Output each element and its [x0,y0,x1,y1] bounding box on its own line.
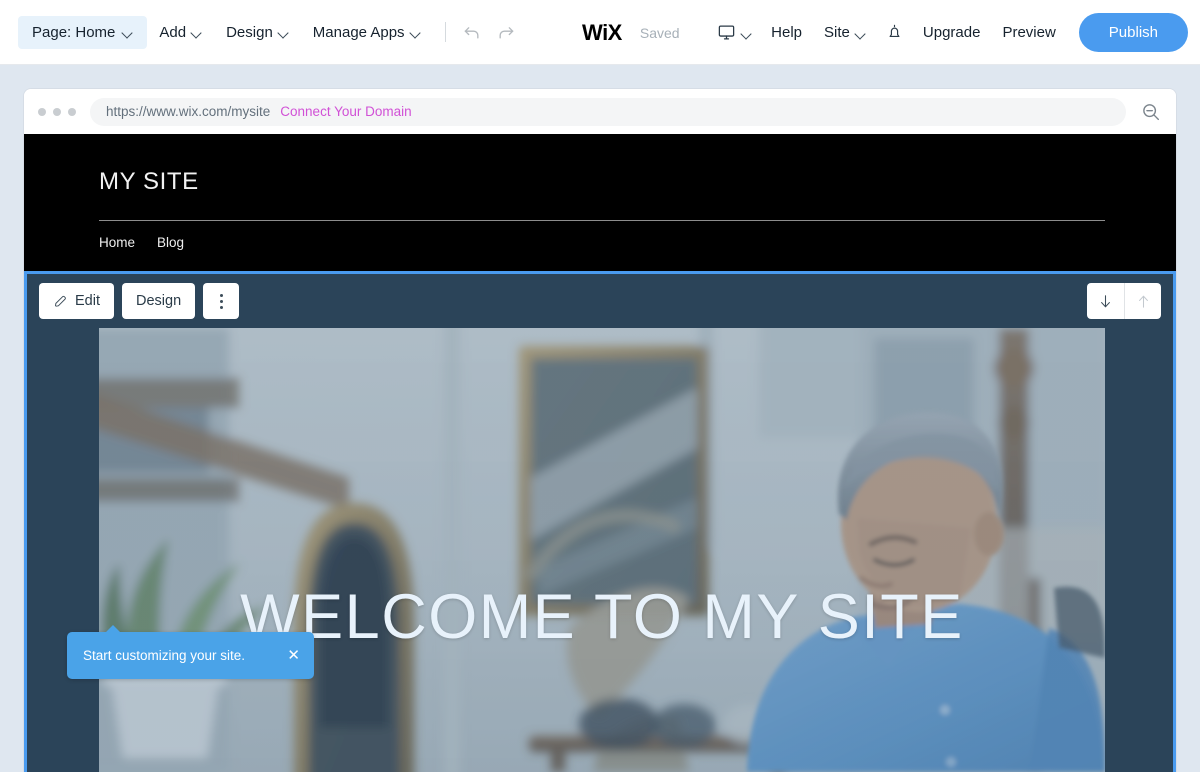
address-bar[interactable]: https://www.wix.com/mysite Connect Your … [90,97,1126,126]
kebab-menu-icon[interactable] [203,283,240,319]
monitor-icon [718,25,735,40]
nav-item-home[interactable]: Home [99,235,135,250]
onboarding-tooltip: Start customizing your site. ✕ [67,625,314,679]
menu-site[interactable]: Site [813,16,877,49]
section-move-controls [1087,283,1161,319]
move-section-up-button[interactable] [1124,283,1161,319]
toolbar-left-group: Page: Home Add Design Manage Apps [0,15,520,49]
section-action-toolbar: Edit Design [27,274,1173,328]
nav-item-blog[interactable]: Blog [157,235,184,250]
site-navigation: Home Blog [99,235,1101,250]
menu-upgrade[interactable]: Upgrade [912,16,992,49]
connect-domain-link[interactable]: Connect Your Domain [280,104,411,119]
pencil-icon [55,295,66,307]
arrow-down-icon [1101,294,1110,307]
window-dot [53,107,61,116]
editor-top-toolbar: Page: Home Add Design Manage Apps WiX Sa… [0,0,1200,65]
bell-icon [889,24,900,38]
publish-button[interactable]: Publish [1078,13,1188,52]
tooltip-message: Start customizing your site. [83,648,246,663]
window-traffic-lights [38,107,76,116]
design-button-label: Design [136,293,182,309]
arrow-up-icon [1138,295,1148,308]
hero-color-overlay [99,328,1105,772]
notifications-button[interactable] [877,15,912,50]
chevron-down-icon [411,29,421,35]
menu-help[interactable]: Help [760,16,813,49]
hero-section[interactable]: WELCOME TO MY SITE [99,328,1105,772]
undo-redo-group [458,22,520,42]
menu-site-label: Site [824,24,850,41]
window-dot [38,107,46,116]
save-status: Saved [639,24,680,41]
redo-icon[interactable] [496,22,516,42]
menu-preview-label: Preview [1002,24,1056,41]
kebab-dot [219,299,223,303]
menu-add-label: Add [159,23,187,41]
chevron-down-icon [123,29,133,35]
menu-preview[interactable]: Preview [991,16,1066,49]
menu-add[interactable]: Add [147,16,214,49]
page-selector[interactable]: Page: Home [18,15,148,49]
header-divider [99,220,1105,221]
toolbar-center-group: WiX Saved [582,0,680,65]
close-icon[interactable]: ✕ [287,648,314,663]
device-switcher[interactable] [709,15,760,50]
selected-section[interactable]: Edit Design WELCOME TO MY SITE Start cus… [24,271,1176,772]
move-section-down-button[interactable] [1087,283,1124,319]
undo-icon[interactable] [462,22,482,42]
toolbar-divider [444,22,446,42]
toolbar-right-group: Help Site Upgrade Preview Publish [709,0,1188,65]
browser-chrome-bar: https://www.wix.com/mysite Connect Your … [24,89,1176,134]
zoom-out-icon[interactable] [1140,101,1162,123]
chevron-down-icon [742,30,752,36]
page-selector-label: Page: Home [32,23,116,41]
menu-help-label: Help [771,24,803,41]
section-action-left: Edit Design [39,283,240,319]
edit-button[interactable]: Edit [39,283,114,319]
site-preview-frame: https://www.wix.com/mysite Connect Your … [24,89,1176,772]
site-header-section: MY SITE Home Blog [24,134,1176,271]
editor-canvas: https://www.wix.com/mysite Connect Your … [0,65,1200,772]
menu-design[interactable]: Design [214,16,301,49]
menu-manage-apps-label: Manage Apps [312,23,405,41]
chevron-down-icon [856,30,866,36]
site-url: https://www.wix.com/mysite [106,104,271,119]
wix-logo[interactable]: WiX [582,20,622,46]
menu-upgrade-label: Upgrade [922,24,981,41]
chevron-down-icon [192,29,202,35]
menu-manage-apps[interactable]: Manage Apps [301,16,433,49]
edit-button-label: Edit [75,293,100,309]
chevron-down-icon [279,29,289,35]
design-button[interactable]: Design [122,283,196,319]
kebab-dot [219,293,223,297]
menu-design-label: Design [226,23,273,41]
kebab-dot [219,305,223,309]
window-dot [68,107,76,116]
site-title: MY SITE [99,168,199,195]
